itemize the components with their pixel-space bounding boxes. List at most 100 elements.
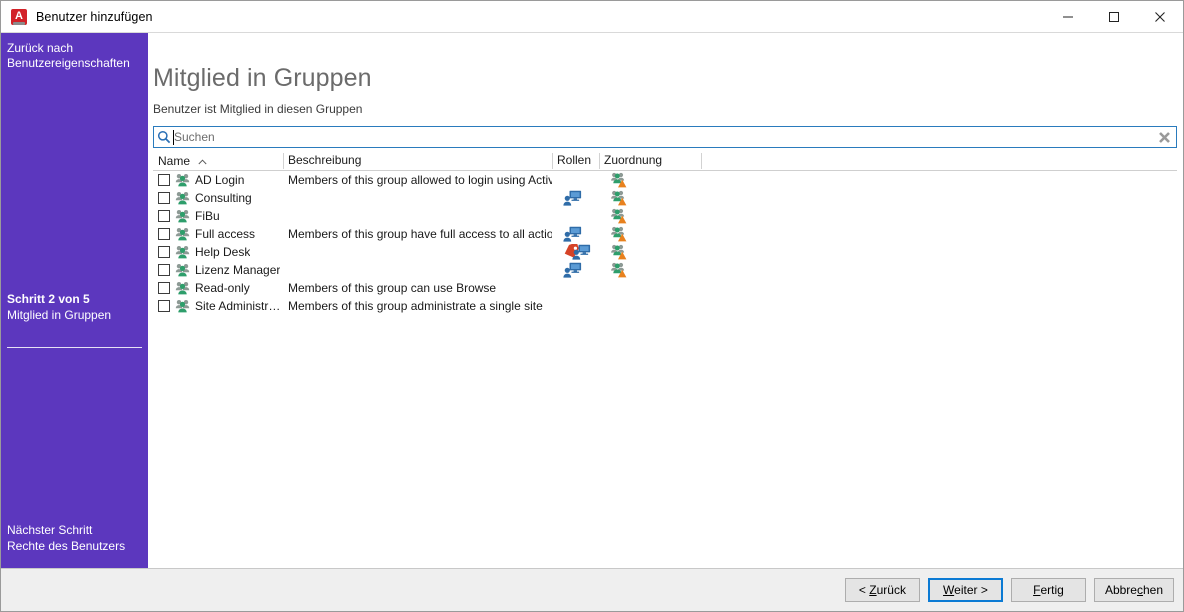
table-row[interactable]: Read-only Members of this group can use B… <box>153 279 1177 297</box>
current-step-counter: Schritt 2 von 5 <box>7 292 90 306</box>
table-row[interactable]: Full access Members of this group have fu… <box>153 225 1177 243</box>
group-name-label: Full access <box>195 227 256 241</box>
cell-assignment <box>599 189 701 207</box>
group-name-label: Consulting <box>195 191 252 205</box>
table-row[interactable]: FiBu <box>153 207 1177 225</box>
assignment-icon <box>611 244 627 260</box>
cell-name: Full access <box>153 225 283 243</box>
row-checkbox[interactable] <box>158 228 170 240</box>
row-checkbox[interactable] <box>158 264 170 276</box>
role-icon <box>562 226 581 242</box>
cell-roles <box>552 243 599 261</box>
minimize-button[interactable] <box>1045 1 1091 32</box>
role-icon-stack <box>563 171 589 189</box>
row-checkbox[interactable] <box>158 174 170 186</box>
wizard-sidebar: Zurück nach Benutzereigenschaften Schrit… <box>1 33 148 568</box>
role-icon <box>571 244 591 261</box>
role-icon-stack <box>563 297 589 315</box>
cell-description: Members of this group have full access t… <box>288 227 552 241</box>
cell-description: Members of this group allowed to login u… <box>288 173 552 187</box>
cell-name: AD Login <box>153 171 283 189</box>
assignment-icon <box>611 172 627 188</box>
cell-roles <box>552 171 599 189</box>
sidebar-divider <box>7 347 142 348</box>
search-icon <box>154 130 174 144</box>
cell-assignment <box>599 225 701 243</box>
group-icon <box>175 263 190 277</box>
group-name-label: Help Desk <box>195 245 251 259</box>
clear-icon[interactable] <box>1152 127 1176 147</box>
table-row[interactable]: Help Desk <box>153 243 1177 261</box>
cell-roles <box>552 225 599 243</box>
table-row[interactable]: AD Login Members of this group allowed to… <box>153 171 1177 189</box>
role-icon-stack <box>562 225 589 243</box>
text-caret <box>173 130 174 145</box>
assignment-icon <box>610 208 627 224</box>
cell-name: FiBu <box>153 207 283 225</box>
role-icon-stack <box>563 243 591 261</box>
cell-name: Lizenz Manager <box>153 261 283 279</box>
cell-name: Help Desk <box>153 243 283 261</box>
row-checkbox[interactable] <box>158 300 170 312</box>
table-row[interactable]: Lizenz Manager <box>153 261 1177 279</box>
table-row[interactable]: Site Administr… Members of this group adm… <box>153 297 1177 315</box>
group-name-label: Read-only <box>195 281 250 295</box>
role-icon <box>562 190 581 206</box>
cell-roles <box>552 261 599 279</box>
role-icon <box>562 262 581 278</box>
back-button[interactable]: < Zurück <box>844 578 920 602</box>
group-name-label: Lizenz Manager <box>195 263 281 277</box>
window-controls <box>1045 1 1183 32</box>
group-icon <box>175 192 190 205</box>
role-icon-stack <box>563 279 589 297</box>
cell-roles <box>552 189 599 207</box>
add-user-wizard-window: A Benutzer hinzufügen Zurück nach Benutz… <box>0 0 1184 612</box>
search-input[interactable] <box>174 128 1152 146</box>
column-header-assignment[interactable]: Zuordnung <box>599 152 701 170</box>
row-checkbox[interactable] <box>158 192 170 204</box>
next-button[interactable]: Weiter > <box>927 578 1003 602</box>
assignment-icon <box>610 172 627 188</box>
group-icon <box>175 173 190 187</box>
finish-button[interactable]: Fertig <box>1010 578 1086 602</box>
cell-roles <box>552 297 599 315</box>
sort-ascending-icon <box>198 153 207 170</box>
role-icon <box>562 226 582 243</box>
window-title: Benutzer hinzufügen <box>36 9 153 24</box>
group-icon <box>175 210 190 223</box>
cancel-button[interactable]: Abbrechen <box>1093 578 1174 602</box>
column-header-description[interactable]: Beschreibung <box>283 152 552 170</box>
back-to-properties-link[interactable]: Zurück nach Benutzereigenschaften <box>7 41 142 71</box>
row-checkbox[interactable] <box>158 210 170 222</box>
current-step-name: Mitglied in Gruppen <box>7 308 112 322</box>
assignment-icon <box>610 262 627 278</box>
close-button[interactable] <box>1137 1 1183 32</box>
cell-assignment <box>599 171 701 189</box>
group-icon <box>175 246 190 259</box>
group-icon <box>175 300 190 313</box>
page-title: Mitglied in Gruppen <box>153 64 372 92</box>
group-icon <box>175 281 190 295</box>
assignment-icon <box>611 208 627 224</box>
search-bar[interactable] <box>153 126 1177 148</box>
assignment-icon <box>610 226 627 242</box>
role-icon <box>562 190 582 207</box>
column-header-name-label: Name <box>158 153 191 168</box>
assignment-icon <box>610 244 627 260</box>
group-name-label: Site Administr… <box>195 299 281 313</box>
table-header-row: Name Beschreibung Rollen Zuordnung <box>153 152 1177 171</box>
row-checkbox[interactable] <box>158 282 170 294</box>
group-icon <box>175 227 190 241</box>
assignment-icon <box>610 190 627 206</box>
current-step-block: Schritt 2 von 5 Mitglied in Gruppen <box>7 291 142 323</box>
group-icon <box>175 174 190 187</box>
role-icon-stack <box>562 189 589 207</box>
maximize-button[interactable] <box>1091 1 1137 32</box>
table-row[interactable]: Consulting <box>153 189 1177 207</box>
cell-assignment <box>599 207 701 225</box>
role-icon <box>562 262 582 279</box>
column-header-name[interactable]: Name <box>153 152 283 170</box>
group-name-label: FiBu <box>195 209 220 223</box>
row-checkbox[interactable] <box>158 246 170 258</box>
column-header-roles[interactable]: Rollen <box>552 152 599 170</box>
